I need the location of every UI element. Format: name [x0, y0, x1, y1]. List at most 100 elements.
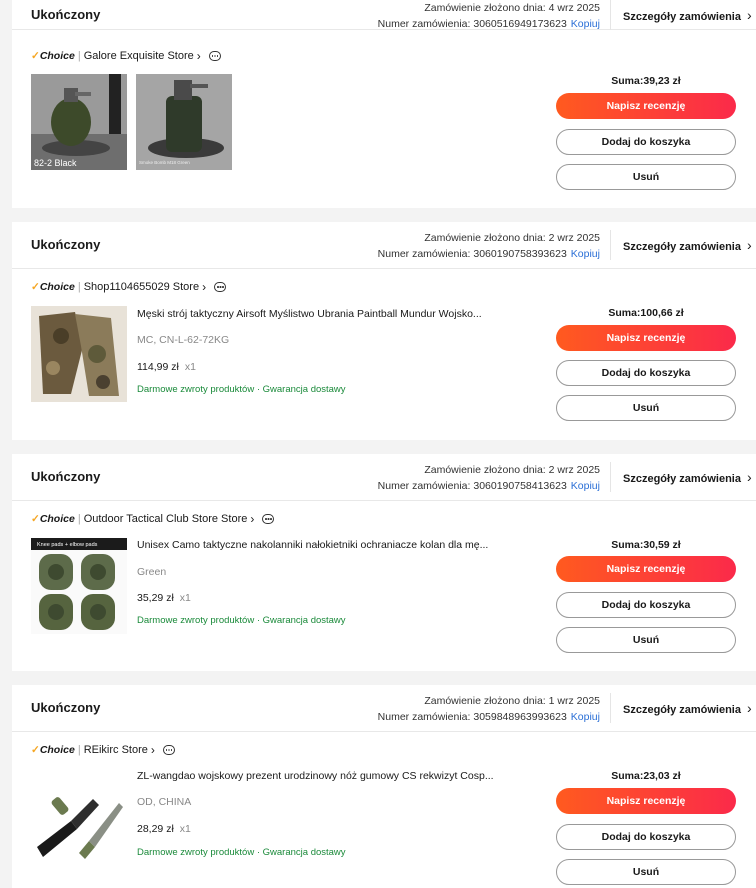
store-row: ✓Choice | Outdoor Tactical Club Store St…	[31, 511, 275, 527]
chevron-right-icon: ›	[746, 237, 752, 253]
product-title[interactable]: ZL-wangdao wojskowy prezent urodzinowy n…	[137, 770, 517, 782]
grenade-image: 82-2 Black	[31, 74, 127, 170]
store-name[interactable]: REikirc Store	[84, 744, 148, 756]
store-name[interactable]: Shop1104655029 Store	[84, 281, 199, 293]
product-benefits: Darmowe zwroty produktów · Gwarancja dos…	[137, 384, 346, 395]
order-status: Ukończony	[31, 700, 101, 715]
order-meta: Zamówienie złożono dnia: 2 wrz 2025 Nume…	[378, 230, 600, 262]
product-qty: x1	[179, 823, 191, 835]
rubber-knife-image	[31, 769, 127, 865]
order-details-link[interactable]: Szczegóły zamówienia ›	[623, 462, 752, 492]
order-details-link[interactable]: Szczegóły zamówienia ›	[623, 693, 752, 723]
store-name[interactable]: Galore Exquisite Store	[84, 50, 194, 62]
copy-link[interactable]: Kopiuj	[571, 480, 600, 492]
product-benefits: Darmowe zwroty produktów · Gwarancja dos…	[137, 615, 346, 626]
delete-order-button[interactable]: Usuń	[556, 395, 736, 421]
write-review-button[interactable]: Napisz recenzję	[556, 788, 736, 814]
order-details-label: Szczegóły zamówienia	[623, 11, 741, 23]
order-number: Numer zamówienia: 3059848963993623	[377, 711, 567, 723]
message-icon[interactable]	[162, 745, 175, 755]
order-card: Ukończony Zamówienie złożono dnia: 2 wrz…	[12, 454, 756, 671]
product-variant: Green	[137, 566, 167, 578]
delete-order-button[interactable]: Usuń	[556, 627, 736, 653]
order-header: Ukończony Zamówienie złożono dnia: 4 wrz…	[12, 0, 756, 30]
add-to-cart-button[interactable]: Dodaj do koszyka	[556, 824, 736, 850]
store-row: ✓Choice | REikirc Store ›	[31, 742, 175, 758]
chevron-right-icon: ›	[150, 743, 155, 757]
product-title[interactable]: Unisex Camo taktyczne nakolanniki nałoki…	[137, 539, 517, 551]
product-qty: x1	[179, 592, 191, 604]
order-meta: Zamówienie złożono dnia: 4 wrz 2025 Nume…	[378, 0, 600, 32]
order-status: Ukończony	[31, 237, 101, 252]
message-icon[interactable]	[214, 282, 227, 292]
separator: |	[77, 50, 81, 62]
separator: |	[77, 281, 81, 293]
order-details-link[interactable]: Szczegóły zamówienia ›	[623, 230, 752, 260]
product-price-row: 114,99 zł x1	[137, 361, 196, 373]
chevron-right-icon: ›	[746, 700, 752, 716]
order-date: Zamówienie złożono dnia: 4 wrz 2025	[424, 2, 600, 14]
product-price: 35,29 zł	[137, 592, 174, 604]
thumb-caption: Smoke Bomb M18 Green	[139, 160, 190, 165]
tactical-suit-image	[31, 306, 127, 402]
choice-label: Choice	[39, 281, 75, 293]
delete-order-button[interactable]: Usuń	[556, 859, 736, 885]
separator: |	[77, 513, 81, 525]
product-variant: MC, CN-L-62-72KG	[137, 334, 230, 346]
copy-link[interactable]: Kopiuj	[571, 248, 600, 260]
product-thumbnail[interactable]	[31, 306, 127, 402]
product-price: 114,99 zł	[137, 361, 179, 373]
order-meta: Zamówienie złożono dnia: 1 wrz 2025 Nume…	[378, 693, 600, 725]
product-title[interactable]: Męski strój taktyczny Airsoft Myślistwo …	[137, 308, 517, 320]
choice-check-icon: ✓	[31, 513, 40, 525]
product-price-row: 35,29 zł x1	[137, 592, 191, 604]
choice-label: Choice	[39, 50, 75, 62]
product-thumbnail[interactable]: Knee pads + elbow pads	[31, 538, 127, 634]
order-date: Zamówienie złożono dnia: 1 wrz 2025	[424, 695, 600, 707]
order-card: Ukończony Zamówienie złożono dnia: 2 wrz…	[12, 222, 756, 440]
order-number: Numer zamówienia: 3060516949173623	[377, 18, 567, 30]
order-card: Ukończony Zamówienie złożono dnia: 4 wrz…	[12, 0, 756, 208]
choice-label: Choice	[39, 744, 75, 756]
add-to-cart-button[interactable]: Dodaj do koszyka	[556, 129, 736, 155]
order-date: Zamówienie złożono dnia: 2 wrz 2025	[424, 464, 600, 476]
product-price: 28,29 zł	[137, 823, 174, 835]
order-details-link[interactable]: Szczegóły zamówienia ›	[623, 0, 752, 30]
add-to-cart-button[interactable]: Dodaj do koszyka	[556, 592, 736, 618]
choice-badge: ✓Choice	[31, 281, 75, 293]
separator: |	[77, 744, 81, 756]
add-to-cart-button[interactable]: Dodaj do koszyka	[556, 360, 736, 386]
write-review-button[interactable]: Napisz recenzję	[556, 556, 736, 582]
chevron-right-icon: ›	[746, 469, 752, 485]
thumb-caption: Knee pads + elbow pads	[37, 542, 98, 548]
chevron-right-icon: ›	[202, 280, 207, 294]
copy-link[interactable]: Kopiuj	[571, 711, 600, 723]
store-name[interactable]: Outdoor Tactical Club Store Store	[84, 513, 248, 525]
order-details-label: Szczegóły zamówienia	[623, 473, 741, 485]
choice-check-icon: ✓	[31, 744, 40, 756]
choice-check-icon: ✓	[31, 281, 40, 293]
smoke-bomb-image: Smoke Bomb M18 Green	[136, 74, 232, 170]
product-thumbnail[interactable]: 82-2 Black	[31, 74, 127, 170]
order-sum: Suma:30,59 zł	[611, 539, 681, 551]
write-review-button[interactable]: Napisz recenzję	[556, 325, 736, 351]
chevron-right-icon: ›	[196, 49, 201, 63]
chevron-right-icon: ›	[746, 7, 752, 23]
message-icon[interactable]	[262, 514, 275, 524]
order-details-label: Szczegóły zamówienia	[623, 241, 741, 253]
product-benefits: Darmowe zwroty produktów · Gwarancja dos…	[137, 847, 346, 858]
message-icon[interactable]	[208, 51, 221, 61]
choice-badge: ✓Choice	[31, 50, 75, 62]
store-row: ✓Choice | Galore Exquisite Store ›	[31, 48, 221, 64]
choice-badge: ✓Choice	[31, 744, 75, 756]
delete-order-button[interactable]: Usuń	[556, 164, 736, 190]
write-review-button[interactable]: Napisz recenzję	[556, 93, 736, 119]
order-header: Ukończony Zamówienie złożono dnia: 2 wrz…	[12, 454, 756, 501]
choice-check-icon: ✓	[31, 50, 40, 62]
product-thumbnail[interactable]	[31, 769, 127, 865]
order-status: Ukończony	[31, 7, 101, 22]
chevron-right-icon: ›	[250, 512, 255, 526]
product-price-row: 28,29 zł x1	[137, 823, 191, 835]
product-thumbnail[interactable]: Smoke Bomb M18 Green	[136, 74, 232, 170]
copy-link[interactable]: Kopiuj	[571, 18, 600, 30]
